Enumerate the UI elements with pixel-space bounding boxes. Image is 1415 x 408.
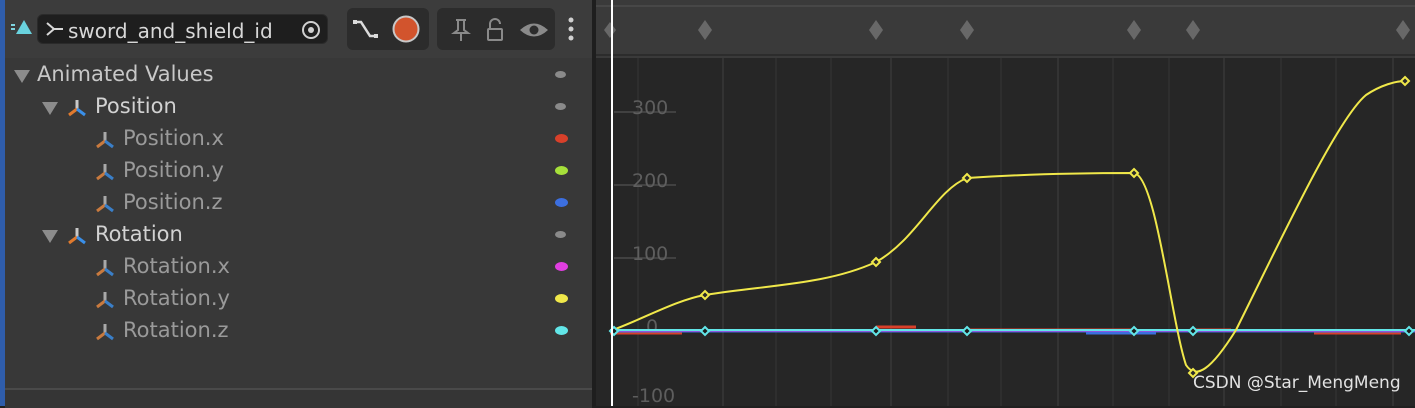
- clip-selector-dropdown[interactable]: sword_and_shield_id: [37, 14, 328, 44]
- view-options-group: [437, 8, 555, 50]
- transform-icon: [68, 100, 86, 117]
- clip-icon: [46, 22, 63, 36]
- tree-row-rotation-y[interactable]: Rotation.y: [0, 283, 596, 315]
- tree-row-position-z[interactable]: Position.z: [0, 187, 596, 219]
- position-x-color-swatch: [555, 134, 568, 143]
- rotation-group-label: Rotation: [95, 222, 183, 246]
- animated-values-label: Animated Values: [37, 62, 214, 86]
- clip-name: sword_and_shield_id: [68, 19, 273, 43]
- rotation-x-label: Rotation.x: [123, 254, 230, 278]
- panel-footer: [5, 388, 592, 408]
- rotation-y-label: Rotation.y: [123, 286, 230, 310]
- rotation-x-color-swatch: [555, 262, 568, 271]
- curve-mode-icon[interactable]: [353, 18, 379, 40]
- animation-properties-panel: sword_and_shield_id Animated Values Posi…: [0, 0, 596, 408]
- curve-color-swatch: [555, 231, 566, 238]
- transform-icon: [96, 324, 114, 341]
- position-x-label: Position.x: [123, 126, 224, 150]
- y-axis-label: 0: [646, 316, 658, 338]
- position-z-label: Position.z: [123, 190, 223, 214]
- tree-row-position-x[interactable]: Position.x: [0, 123, 596, 155]
- position-y-label: Position.y: [123, 158, 224, 182]
- transform-icon: [68, 228, 86, 245]
- rotation-z-color-swatch: [555, 326, 568, 335]
- collapse-arrow-icon[interactable]: [14, 70, 30, 83]
- keyframe-strip[interactable]: [596, 0, 1415, 58]
- curve-editor-background: [596, 0, 1415, 406]
- eye-icon[interactable]: [519, 20, 549, 40]
- transform-icon: [96, 132, 114, 149]
- more-options-icon[interactable]: [567, 16, 575, 42]
- rotation-z-label: Rotation.z: [123, 318, 229, 342]
- animation-window-icon: [11, 20, 32, 34]
- curve-editor[interactable]: 300 200 100 0 -100: [596, 0, 1415, 406]
- position-y-color-swatch: [555, 166, 568, 175]
- pin-icon[interactable]: [451, 18, 471, 42]
- tree-row-rotation-x[interactable]: Rotation.x: [0, 251, 596, 283]
- transform-icon: [96, 164, 114, 181]
- lock-icon[interactable]: [486, 18, 504, 42]
- y-axis-label: 300: [632, 97, 668, 119]
- collapse-arrow-icon[interactable]: [42, 230, 58, 243]
- tree-row-position[interactable]: Position: [0, 91, 596, 123]
- animation-toolbar: sword_and_shield_id: [5, 0, 596, 58]
- curve-color-swatch: [555, 71, 566, 78]
- position-z-color-swatch: [555, 198, 568, 207]
- tree-row-position-y[interactable]: Position.y: [0, 155, 596, 187]
- object-picker-icon[interactable]: [301, 20, 321, 40]
- transform-icon: [96, 260, 114, 277]
- rotation-y-color-swatch: [555, 294, 568, 303]
- tree-row-rotation-z[interactable]: Rotation.z: [0, 315, 596, 347]
- collapse-arrow-icon[interactable]: [42, 102, 58, 115]
- transform-icon: [96, 196, 114, 213]
- record-button-icon[interactable]: [392, 15, 420, 43]
- y-axis-label: 200: [632, 170, 668, 192]
- y-axis-label: 100: [632, 243, 668, 265]
- position-group-label: Position: [95, 94, 177, 118]
- y-axis-label: -100: [632, 385, 675, 406]
- tree-row-animated-values[interactable]: Animated Values: [0, 59, 596, 91]
- tree-row-rotation[interactable]: Rotation: [0, 219, 596, 251]
- transform-icon: [96, 292, 114, 309]
- watermark: CSDN @Star_MengMeng: [1193, 373, 1401, 393]
- mode-button-group: [347, 8, 429, 50]
- curve-color-swatch: [555, 103, 566, 110]
